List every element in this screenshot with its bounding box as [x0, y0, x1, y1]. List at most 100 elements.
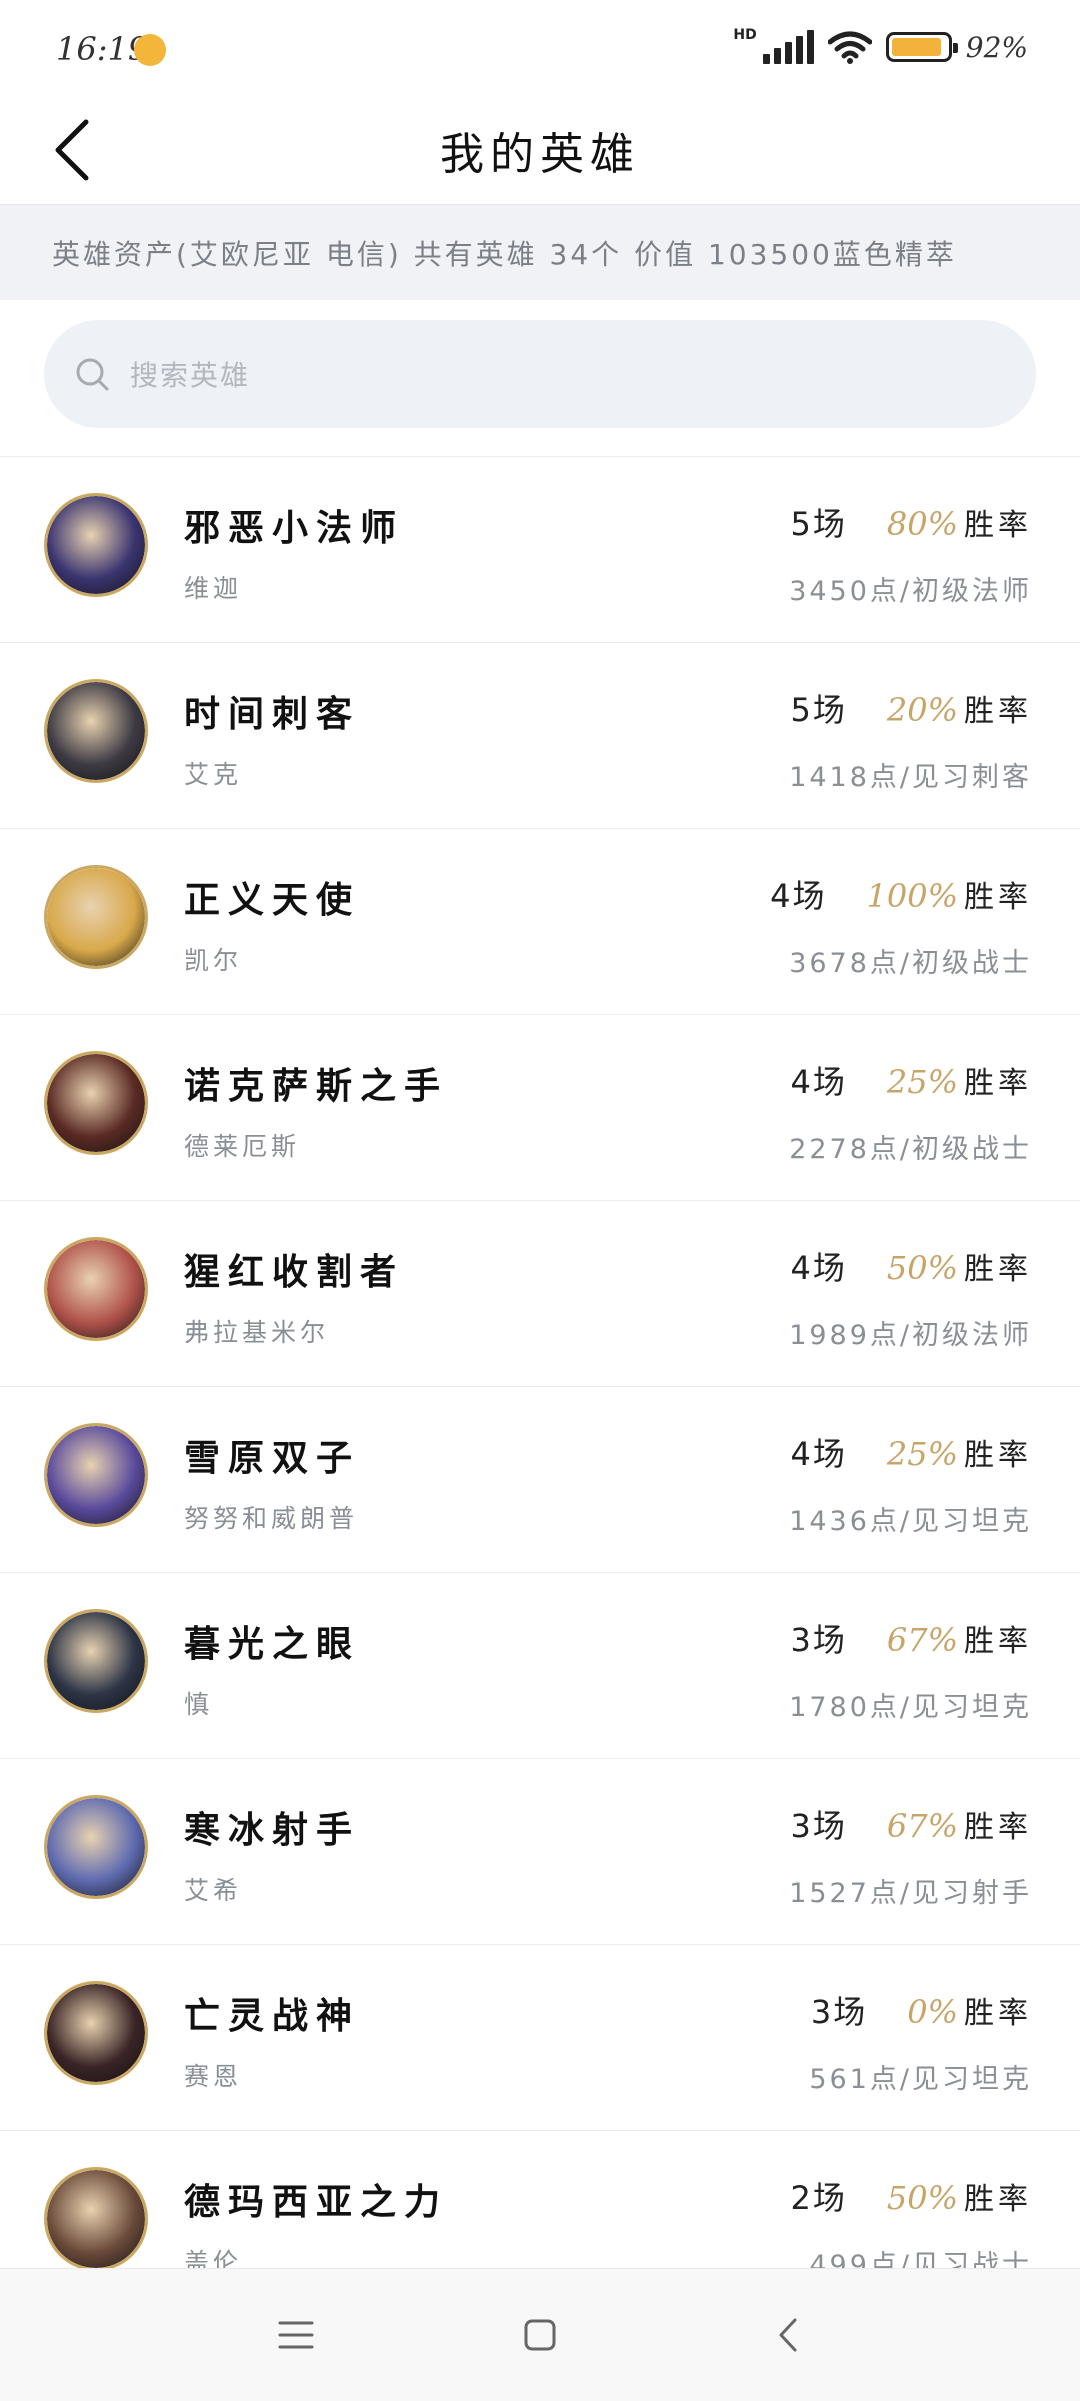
- hero-mastery: 3678点/初级战士: [789, 948, 1032, 979]
- hero-avatar: [44, 1795, 148, 1899]
- hero-avatar: [44, 493, 148, 597]
- hero-avatar: [44, 1237, 148, 1341]
- hero-row[interactable]: 时间刺客 艾克 5场 20% 胜率 1418点/见习刺客: [0, 643, 1080, 829]
- hero-avatar: [44, 679, 148, 783]
- hero-mastery: 1418点/见习刺客: [789, 762, 1032, 793]
- hero-row[interactable]: 暮光之眼 慎 3场 67% 胜率 1780点/见习坦克: [0, 1573, 1080, 1759]
- hero-row[interactable]: 正义天使 凯尔 4场 100% 胜率 3678点/初级战士: [0, 829, 1080, 1015]
- hero-name: 艾克: [184, 760, 243, 789]
- hero-mastery: 2278点/初级战士: [789, 1134, 1032, 1165]
- winrate-label: 胜率: [964, 1996, 1032, 2031]
- assets-summary: 英雄资产(艾欧尼亚 电信) 共有英雄 34个 价值 103500蓝色精萃: [0, 204, 1080, 300]
- hero-avatar-image: [47, 868, 145, 966]
- hero-avatar-image: [47, 1612, 145, 1710]
- winrate-label: 胜率: [964, 1810, 1032, 1845]
- hero-row[interactable]: 诺克萨斯之手 德莱厄斯 4场 25% 胜率 2278点/初级战士: [0, 1015, 1080, 1201]
- app-header: 我的英雄: [0, 100, 1080, 204]
- winrate-value: 0%: [907, 1993, 958, 2031]
- hero-title: 正义天使: [184, 880, 361, 921]
- winrate-label: 胜率: [964, 508, 1032, 543]
- hero-avatar-image: [47, 496, 145, 594]
- hero-avatar: [44, 1423, 148, 1527]
- hero-row[interactable]: 猩红收割者 弗拉基米尔 4场 50% 胜率 1989点/初级法师: [0, 1201, 1080, 1387]
- status-bar: 16:19 HD 92%: [0, 0, 1080, 100]
- hero-row[interactable]: 亡灵战神 赛恩 3场 0% 胜率 561点/见习坦克: [0, 1945, 1080, 2131]
- hero-title: 邪恶小法师: [184, 508, 405, 549]
- hero-name: 弗拉基米尔: [184, 1318, 330, 1347]
- hero-name: 慎: [184, 1690, 214, 1719]
- hero-title: 亡灵战神: [184, 1996, 361, 2037]
- games-count: 4场: [770, 877, 827, 915]
- hero-name: 维迦: [184, 574, 243, 603]
- page-title: 我的英雄: [440, 129, 640, 180]
- winrate-value: 25%: [886, 1435, 958, 1473]
- hero-avatar: [44, 1981, 148, 2085]
- hero-title: 德玛西亚之力: [184, 2182, 449, 2223]
- hero-stats: 3场 67% 胜率: [791, 1615, 1033, 1661]
- games-count: 3场: [790, 1807, 847, 1845]
- games-count: 5场: [790, 691, 847, 729]
- hero-stats: 4场 25% 胜率: [791, 1057, 1033, 1103]
- hero-mastery: 1989点/初级法师: [789, 1320, 1032, 1351]
- hero-avatar-image: [47, 1426, 145, 1524]
- games-count: 4场: [790, 1249, 847, 1287]
- hero-avatar-image: [47, 1798, 145, 1896]
- winrate-label: 胜率: [964, 1624, 1032, 1659]
- winrate-label: 胜率: [964, 694, 1032, 729]
- hero-avatar-image: [47, 682, 145, 780]
- winrate-value: 50%: [886, 2179, 958, 2217]
- battery-fill: [891, 38, 942, 56]
- hero-title: 诺克萨斯之手: [184, 1066, 449, 1107]
- winrate-label: 胜率: [964, 1438, 1032, 1473]
- battery-percent: 92%: [965, 30, 1028, 64]
- hero-stats: 4场 25% 胜率: [791, 1429, 1033, 1475]
- winrate-label: 胜率: [964, 1252, 1032, 1287]
- back-nav-button[interactable]: [750, 2297, 826, 2373]
- hero-name: 盖伦: [184, 2248, 243, 2269]
- hero-stats: 3场 0% 胜率: [811, 1987, 1032, 2033]
- home-button[interactable]: [502, 2297, 578, 2373]
- hero-row[interactable]: 德玛西亚之力 盖伦 2场 50% 胜率 499点/见习战士: [0, 2131, 1080, 2269]
- hero-mastery: 1527点/见习射手: [789, 1878, 1032, 1909]
- system-nav-bar: [0, 2268, 1080, 2401]
- winrate-value: 67%: [886, 1621, 958, 1659]
- winrate-label: 胜率: [964, 1066, 1032, 1101]
- hero-avatar: [44, 1051, 148, 1155]
- hero-title: 寒冰射手: [184, 1810, 361, 1851]
- hero-mastery: 561点/见习坦克: [809, 2064, 1032, 2095]
- hero-row[interactable]: 寒冰射手 艾希 3场 67% 胜率 1527点/见习射手: [0, 1759, 1080, 1945]
- hero-avatar-image: [47, 1984, 145, 2082]
- games-count: 3场: [810, 1993, 868, 2031]
- search-bar[interactable]: [44, 320, 1036, 430]
- winrate-label: 胜率: [964, 2182, 1032, 2217]
- games-count: 4场: [790, 1435, 847, 1473]
- hero-stats: 4场 100% 胜率: [770, 871, 1032, 917]
- menu-button[interactable]: [258, 2297, 334, 2373]
- home-icon: [524, 2319, 556, 2351]
- hero-stats: 5场 80% 胜率: [791, 499, 1033, 545]
- winrate-value: 100%: [866, 877, 958, 915]
- hero-avatar: [44, 1609, 148, 1713]
- hero-stats: 4场 50% 胜率: [791, 1243, 1033, 1289]
- notification-icon: [134, 34, 166, 66]
- search-icon: [76, 358, 109, 391]
- hero-row[interactable]: 雪原双子 努努和威朗普 4场 25% 胜率 1436点/见习坦克: [0, 1387, 1080, 1573]
- signal-icon: [762, 30, 814, 64]
- games-count: 4场: [790, 1063, 847, 1101]
- hero-stats: 5场 20% 胜率: [791, 685, 1033, 731]
- hero-avatar: [44, 2167, 148, 2269]
- hero-list[interactable]: 邪恶小法师 维迦 5场 80% 胜率 3450点/初级法师 时间刺客 艾克 5场…: [0, 456, 1080, 2269]
- search-input[interactable]: [128, 320, 992, 430]
- winrate-label: 胜率: [964, 880, 1032, 915]
- hero-mastery: 1780点/见习坦克: [789, 1692, 1032, 1723]
- games-count: 5场: [790, 505, 847, 543]
- games-count: 3场: [790, 1621, 847, 1659]
- winrate-value: 20%: [886, 691, 958, 729]
- hero-mastery: 3450点/初级法师: [789, 576, 1032, 607]
- winrate-value: 80%: [886, 505, 958, 543]
- games-count: 2场: [790, 2179, 847, 2217]
- winrate-value: 50%: [886, 1249, 958, 1287]
- hero-row[interactable]: 邪恶小法师 维迦 5场 80% 胜率 3450点/初级法师: [0, 457, 1080, 643]
- back-icon: [779, 2318, 797, 2352]
- hero-avatar-image: [47, 2170, 145, 2268]
